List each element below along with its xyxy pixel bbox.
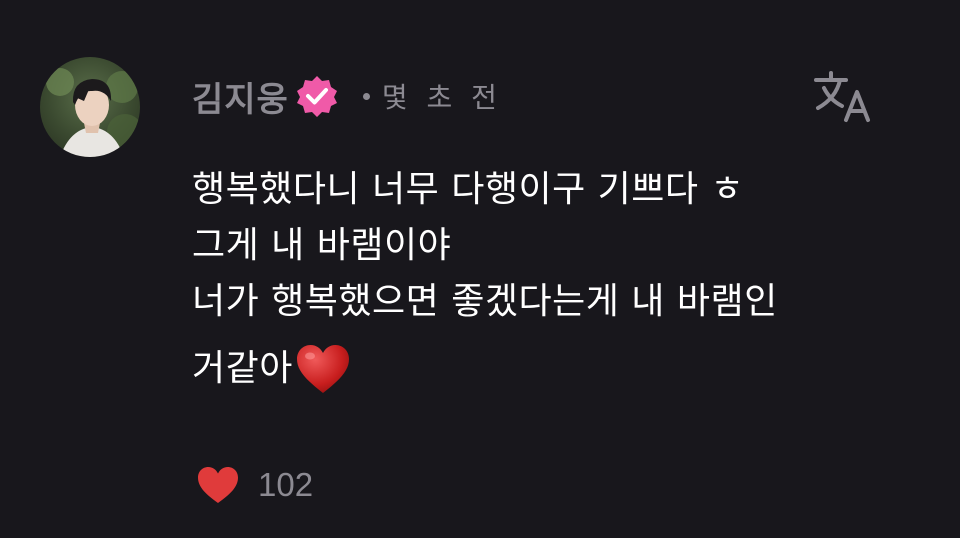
translate-icon[interactable]	[812, 68, 874, 124]
comment-line-1: 행복했다니 너무 다행이구 기쁘다 ㅎ	[192, 169, 745, 210]
avatar[interactable]	[40, 57, 140, 157]
author-name[interactable]: 김지웅	[192, 72, 289, 121]
heart-emoji-icon	[295, 343, 351, 395]
comment-line-4-row: 거같아	[192, 336, 912, 402]
verified-badge-icon	[295, 74, 339, 118]
comment-post: 김지웅 몇 초 전 행복했다니 너무 다행이구 기쁘다 ㅎ 그게 내 바램이야 …	[0, 0, 960, 538]
heart-icon[interactable]	[196, 465, 240, 505]
timestamp: 몇 초 전	[381, 81, 502, 114]
like-count: 102	[258, 466, 314, 503]
comment-body: 행복했다니 너무 다행이구 기쁘다 ㅎ 그게 내 바램이야 너가 행복했으면 좋…	[192, 162, 912, 402]
comment-header: 김지웅 몇 초 전	[192, 70, 502, 122]
avatar-image	[40, 57, 140, 157]
comment-line-4: 거같아	[192, 348, 293, 389]
separator-dot	[362, 92, 370, 100]
comment-line-2: 그게 내 바램이야	[192, 225, 452, 266]
like-row: 102	[196, 460, 313, 510]
comment-line-3: 너가 행복했으면 좋겠다는게 내 바램인	[192, 281, 778, 322]
